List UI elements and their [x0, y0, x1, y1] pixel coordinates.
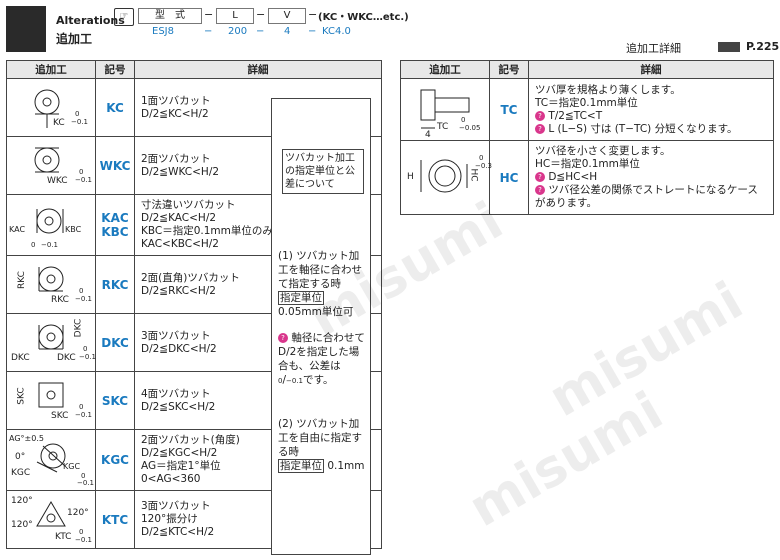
symbol-kc: KC: [95, 78, 135, 137]
col-header-alteration: 追加工: [400, 60, 490, 79]
table-row: TC 0 −0.05 4 TC ツバ厚を規格より薄くします。 TC＝指定0.1m…: [400, 78, 774, 141]
symbol-ktc: KTC: [95, 490, 135, 549]
symbol-rkc: RKC: [95, 255, 135, 314]
code-value-l: 200: [228, 26, 248, 37]
note-marker-icon: ?: [535, 110, 545, 121]
rkc-figure: RKC RKC 0 −0.1: [7, 257, 95, 313]
code-dash: −: [256, 8, 266, 21]
code-value-kc: KC4.0: [322, 26, 351, 37]
symbol-hc: HC: [489, 140, 529, 215]
symbol-kgc: KGC: [95, 429, 135, 491]
note-marker-icon: ?: [535, 185, 545, 195]
code-dash-value: −: [308, 26, 317, 37]
wkc-figure: WKC 0 −0.1: [7, 138, 95, 194]
symbol-tc: TC: [489, 78, 529, 141]
code-dash-value: −: [256, 26, 265, 37]
code-dash: −: [308, 8, 318, 21]
code-value-model: ESJ8: [152, 26, 174, 37]
detail-hc: ツバ径を小さく変更します。 HC＝指定0.1mm単位 ? D≦HC<H ? ツバ…: [528, 140, 774, 215]
book-icon: [718, 42, 740, 52]
code-note: (KC・WKC…etc.): [318, 12, 409, 23]
code-dash-value: −: [204, 26, 213, 37]
detail-tc: ツバ厚を規格より薄くします。 TC＝指定0.1mm単位 ? T/2≦TC<T ?…: [528, 78, 774, 141]
kac-kbc-figure: KAC KBC 0 −0.1: [7, 197, 95, 253]
symbol-kac-kbc: KAC KBC: [95, 194, 135, 256]
col-header-detail: 詳細: [134, 60, 382, 79]
ref-label: 追加工詳細: [626, 42, 681, 55]
ref-page-link[interactable]: P.225: [746, 40, 779, 53]
alterations-logo-icon: [6, 6, 46, 52]
hand-icon: ☞: [114, 8, 134, 26]
kc-figure: KC 0 −0.1: [7, 80, 95, 136]
table-row: H HC 0 −0.3 HC ツバ径を小さく変更します。 HC＝指定0.1mm単…: [400, 140, 774, 215]
kgc-figure: AG°±0.5 0° KGC KGC 0 −0.1: [9, 434, 94, 487]
code-value-v: 4: [284, 26, 291, 37]
tolerance-note-case2: (2) ツバカット加工を自由に指定する時 指定単位 0.1mm: [278, 418, 365, 473]
dkc-figure: DKC DKC DKC 0 −0.1: [11, 318, 96, 363]
code-label-v: V: [268, 8, 306, 24]
right-alteration-table: 追加工 記号 詳細 TC 0 −0.05 4 TC ツバ厚を規格より薄くします。…: [400, 60, 774, 215]
note-marker-icon: ?: [535, 123, 545, 134]
ktc-figure: 120° 120° 120° KTC 0 −0.1: [11, 495, 92, 544]
skc-figure: SKC SKC 0 −0.1: [7, 373, 95, 429]
title-jp: 追加工: [56, 32, 93, 46]
col-header-detail: 詳細: [528, 60, 774, 79]
tolerance-note-title: ツバカット加工の指定単位と公差について: [282, 149, 364, 194]
col-header-symbol: 記号: [95, 60, 135, 79]
code-label-model: 型 式: [138, 8, 202, 24]
code-dash: −: [204, 8, 214, 21]
col-header-symbol: 記号: [489, 60, 529, 79]
symbol-dkc: DKC: [95, 313, 135, 372]
tc-figure: TC 0 −0.05 4: [401, 80, 489, 140]
note-marker-icon: ?: [535, 172, 545, 182]
code-label-l: L: [216, 8, 254, 24]
symbol-skc: SKC: [95, 371, 135, 430]
symbol-wkc: WKC: [95, 136, 135, 195]
col-header-alteration: 追加工: [6, 60, 96, 79]
note-marker-icon: ?: [278, 333, 288, 343]
